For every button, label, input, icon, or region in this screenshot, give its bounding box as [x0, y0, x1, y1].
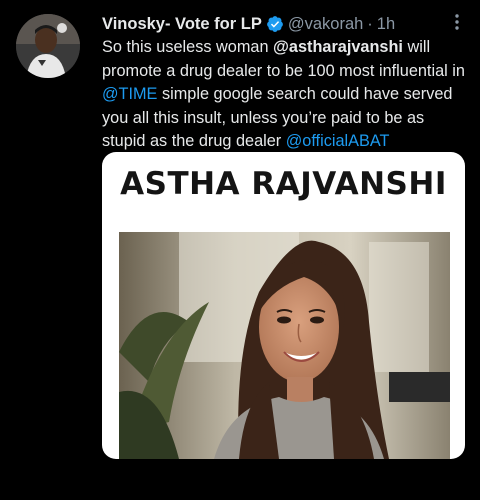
mention-officialabat[interactable]: @officialABAT [286, 132, 390, 150]
display-name[interactable]: Vinosky- Vote for LP [102, 15, 262, 34]
handle[interactable]: @vakorah [288, 15, 363, 34]
timestamp[interactable]: 1h [377, 15, 395, 34]
tweet-text: So this useless woman @astharajvanshi wi… [102, 36, 472, 154]
text-segment: So this useless woman [102, 38, 274, 56]
woman-portrait-photo [119, 232, 450, 459]
media-title: ASTHA RAJVANSHI [120, 166, 447, 202]
verified-badge-icon [266, 16, 283, 32]
separator-dot: · [367, 14, 373, 33]
avatar[interactable] [16, 14, 80, 78]
tweet[interactable]: Vinosky- Vote for LP @vakorah · 1h So th… [0, 0, 480, 500]
tweet-header: Vinosky- Vote for LP @vakorah · 1h [102, 13, 440, 35]
tweet-media[interactable]: ASTHA RAJVANSHI [102, 152, 465, 459]
mention-time[interactable]: @TIME [102, 85, 157, 103]
more-options-icon[interactable] [452, 12, 462, 32]
mention-astharajvanshi[interactable]: @astharajvanshi [273, 38, 403, 56]
